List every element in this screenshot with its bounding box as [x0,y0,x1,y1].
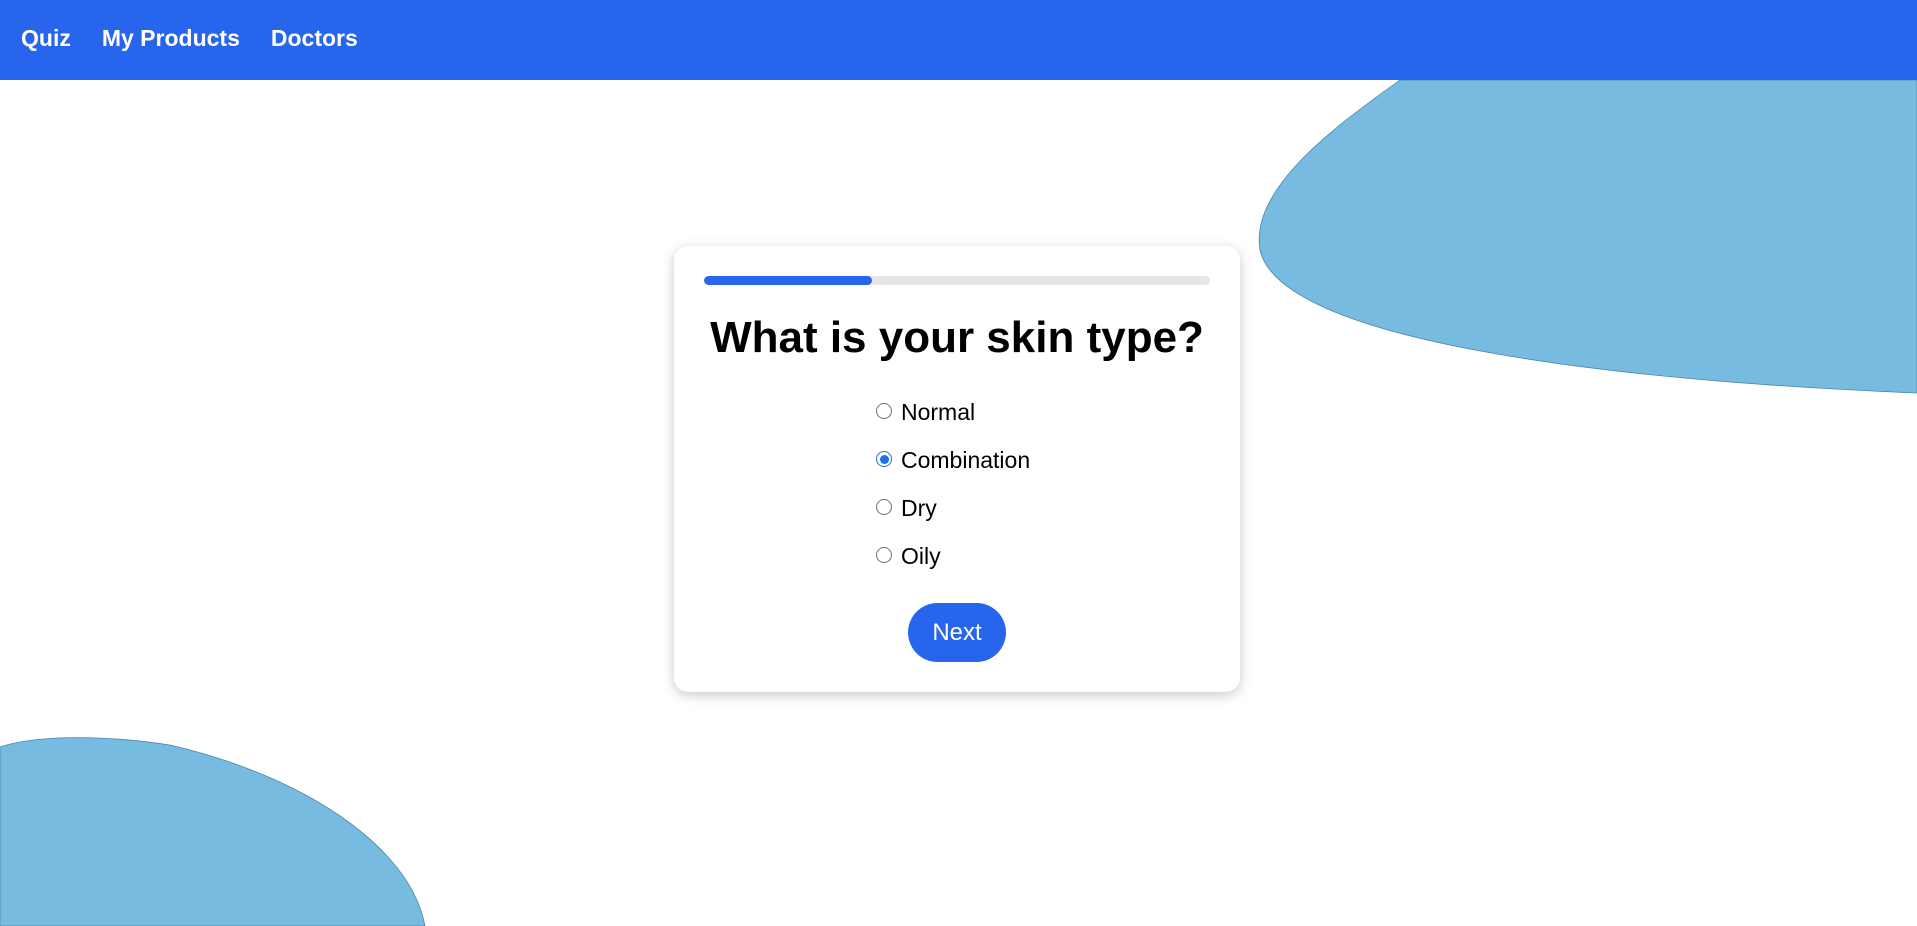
radio-normal[interactable] [876,403,892,419]
radio-combination[interactable] [876,451,892,467]
question-title: What is your skin type? [710,313,1204,362]
option-oily[interactable]: Oily [876,532,1030,580]
progress-bar [704,276,1210,285]
option-combination[interactable]: Combination [876,436,1030,484]
radio-oily[interactable] [876,547,892,563]
option-normal[interactable]: Normal [876,388,1030,436]
option-label-normal: Normal [901,398,976,425]
answer-options: Normal Combination Dry Oily [876,388,1030,580]
top-navbar: Quiz My Products Doctors [0,0,1917,80]
nav-link-doctors[interactable]: Doctors [271,26,358,50]
progress-bar-fill [704,276,873,285]
next-button[interactable]: Next [908,603,1006,662]
option-label-combination: Combination [901,446,1031,473]
option-label-dry: Dry [901,494,937,521]
nav-link-my-products[interactable]: My Products [102,26,240,50]
decorative-blob-bottom-left [0,737,426,926]
nav-link-quiz[interactable]: Quiz [21,26,71,50]
quiz-card: What is your skin type? Normal Combinati… [674,246,1240,692]
radio-dry[interactable] [876,499,892,515]
option-label-oily: Oily [901,542,941,569]
decorative-blob-top-right [1258,80,1917,394]
option-dry[interactable]: Dry [876,484,1030,532]
